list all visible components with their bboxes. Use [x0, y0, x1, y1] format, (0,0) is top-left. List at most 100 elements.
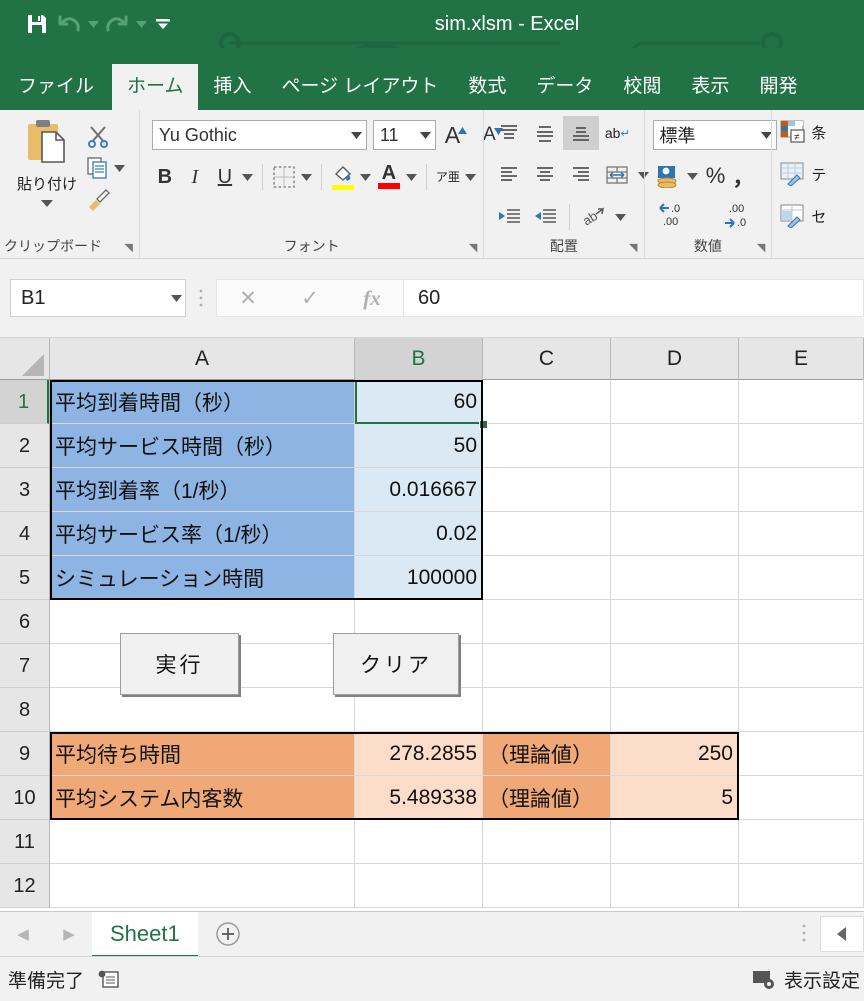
cell-C12[interactable] [483, 864, 611, 908]
cell-B12[interactable] [355, 864, 483, 908]
increase-decimal-button[interactable]: .0.00 [651, 198, 713, 230]
add-sheet-button[interactable] [198, 921, 258, 947]
row-header-12[interactable]: 12 [0, 864, 49, 908]
underline-dropdown-icon[interactable] [240, 160, 256, 194]
row-header-1[interactable]: 1 [0, 380, 49, 424]
orientation-dropdown-icon[interactable] [612, 200, 628, 234]
cell-E10[interactable] [739, 776, 864, 820]
cell-D5[interactable] [611, 556, 739, 600]
redo-dropdown-icon[interactable] [134, 9, 148, 39]
cell-E1[interactable] [739, 380, 864, 424]
select-all-button[interactable] [0, 338, 50, 380]
paste-button[interactable]: 貼り付け [12, 118, 82, 212]
cell-D4[interactable] [611, 512, 739, 556]
cell-A5[interactable]: シミュレーション時間 [50, 556, 355, 600]
cell-C11[interactable] [483, 820, 611, 864]
cell-D9[interactable]: 250 [611, 732, 739, 776]
font-color-dropdown-icon[interactable] [404, 160, 420, 194]
cell-D3[interactable] [611, 468, 739, 512]
cell-E11[interactable] [739, 820, 864, 864]
increase-font-size-button[interactable]: A [440, 120, 472, 150]
row-header-10[interactable]: 10 [0, 776, 49, 820]
row-header-4[interactable]: 4 [0, 512, 49, 556]
cell-C6[interactable] [483, 600, 611, 644]
cell-C5[interactable] [483, 556, 611, 600]
next-sheet-icon[interactable]: ▶ [63, 925, 75, 943]
cell-C9[interactable]: （理論値） [483, 732, 611, 776]
cell-C2[interactable] [483, 424, 611, 468]
cut-button[interactable] [86, 120, 142, 152]
font-size-combobox[interactable]: 11 [372, 120, 436, 150]
cell-E3[interactable] [739, 468, 864, 512]
align-left-button[interactable] [491, 158, 527, 192]
cell-B1[interactable]: 60 [355, 380, 483, 424]
column-header-c[interactable]: C [483, 338, 611, 380]
cell-A10[interactable]: 平均システム内客数 [50, 776, 355, 820]
cell-C8[interactable] [483, 688, 611, 732]
cell-E7[interactable] [739, 644, 864, 688]
borders-dropdown-icon[interactable] [299, 160, 315, 194]
borders-button[interactable] [269, 160, 299, 194]
number-format-combobox[interactable]: 標準 [652, 120, 777, 150]
font-size-dropdown-icon[interactable] [417, 131, 435, 139]
currency-format-button[interactable] [651, 160, 685, 192]
tab-page-layout[interactable]: ページ レイアウト [266, 64, 453, 110]
phonetic-guide-button[interactable]: ア亜 [433, 160, 463, 194]
cell-E4[interactable] [739, 512, 864, 556]
cell-C10[interactable]: （理論値） [483, 776, 611, 820]
display-settings-icon[interactable] [752, 969, 776, 989]
fill-handle[interactable] [479, 420, 488, 429]
fill-color-button[interactable] [328, 160, 358, 194]
row-header-8[interactable]: 8 [0, 688, 49, 732]
cell-E5[interactable] [739, 556, 864, 600]
cell-area[interactable]: 平均到着時間（秒） 60 平均サービス時間（秒） 50 平均到着率（1/秒） 0.0166… [50, 380, 864, 911]
cell-D7[interactable] [611, 644, 739, 688]
cell-C1[interactable] [483, 380, 611, 424]
align-bottom-button[interactable] [563, 116, 600, 150]
clipboard-dialog-launcher[interactable]: ◥ [124, 241, 132, 254]
cell-A12[interactable] [50, 864, 355, 908]
cell-B4[interactable]: 0.02 [355, 512, 483, 556]
cell-B5[interactable]: 100000 [355, 556, 483, 600]
conditional-formatting-button[interactable]: ≠ 条 [780, 120, 826, 144]
name-box[interactable]: B1 [10, 279, 186, 317]
font-name-combobox[interactable]: Yu Gothic [151, 120, 367, 150]
undo-dropdown-icon[interactable] [86, 9, 100, 39]
cell-styles-button[interactable]: セ [780, 204, 826, 228]
italic-button[interactable]: I [180, 160, 210, 194]
cell-D2[interactable] [611, 424, 739, 468]
cell-E8[interactable] [739, 688, 864, 732]
row-header-7[interactable]: 7 [0, 644, 49, 688]
redo-icon[interactable] [102, 9, 132, 39]
increase-indent-button[interactable] [527, 200, 563, 234]
number-dialog-launcher[interactable]: ◥ [757, 241, 765, 254]
decrease-indent-button[interactable] [491, 200, 527, 234]
cell-B3[interactable]: 0.016667 [355, 468, 483, 512]
cell-C3[interactable] [483, 468, 611, 512]
run-simulation-button[interactable]: 実行 [120, 633, 239, 695]
tab-review[interactable]: 校閲 [608, 64, 676, 110]
tab-home[interactable]: ホーム [112, 64, 199, 110]
cell-C4[interactable] [483, 512, 611, 556]
cell-E12[interactable] [739, 864, 864, 908]
tab-insert[interactable]: 挿入 [198, 64, 266, 110]
row-header-6[interactable]: 6 [0, 600, 49, 644]
wrap-text-button[interactable]: ab ↵ [599, 116, 635, 150]
cell-D8[interactable] [611, 688, 739, 732]
column-header-a[interactable]: A [50, 338, 355, 380]
row-header-11[interactable]: 11 [0, 820, 49, 864]
currency-dropdown-icon[interactable] [685, 160, 701, 192]
comma-style-button[interactable]: ， [731, 160, 757, 192]
align-right-button[interactable] [563, 158, 599, 192]
formula-input[interactable]: 60 [404, 279, 864, 317]
alignment-dialog-launcher[interactable]: ◥ [629, 241, 637, 254]
sheet-tab-sheet1[interactable]: Sheet1 [92, 911, 198, 957]
display-settings-label[interactable]: 表示設定 [784, 966, 860, 993]
row-header-2[interactable]: 2 [0, 424, 49, 468]
cell-D1[interactable] [611, 380, 739, 424]
cell-A2[interactable]: 平均サービス時間（秒） [50, 424, 355, 468]
copy-dropdown-icon[interactable] [114, 164, 125, 172]
cell-B11[interactable] [355, 820, 483, 864]
merge-cells-button[interactable] [599, 158, 635, 192]
cell-D10[interactable]: 5 [611, 776, 739, 820]
